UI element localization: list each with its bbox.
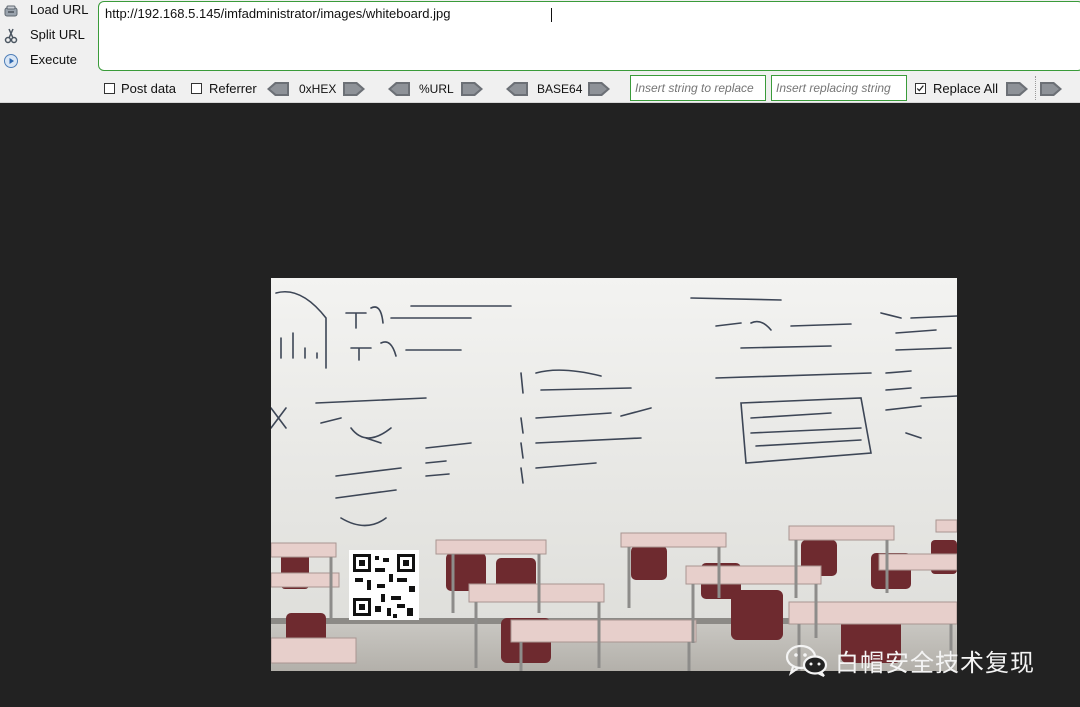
execute-button[interactable]: Execute [0,50,96,72]
text-caret [551,8,552,22]
split-url-button[interactable]: Split URL [0,25,96,47]
url-encoder: %URL [388,82,484,96]
execute-label: Execute [30,52,77,67]
play-icon [4,54,18,68]
url-value: http://192.168.5.145/imfadministrator/im… [105,6,451,21]
base64-encoder: BASE64 [506,82,610,96]
wechat-watermark: 白帽安全技术复现 [785,641,1055,681]
whiteboard-image[interactable] [271,278,957,671]
base64-label: BASE64 [537,82,583,96]
wechat-icon [785,644,828,677]
url-encode-arrow-icon[interactable] [461,82,483,96]
load-url-icon [4,5,18,17]
hex-encoder: 0xHEX [267,82,365,96]
base64-decode-arrow-icon[interactable] [506,82,528,96]
watermark-text: 白帽安全技术复现 [835,649,1035,677]
scissors-icon [4,28,18,44]
hex-encode-arrow-icon[interactable] [343,82,365,96]
url-textarea[interactable]: http://192.168.5.145/imfadministrator/im… [98,1,1080,71]
url-label: %URL [419,82,454,96]
replace-string-input[interactable] [630,75,766,101]
load-url-button[interactable]: Load URL [0,0,96,22]
post-data-checkbox[interactable] [104,83,115,94]
hex-label: 0xHEX [299,82,337,96]
referrer-label: Referrer [209,81,257,96]
replace-all-label: Replace All [933,81,999,96]
toolbar-separator [1035,76,1036,100]
hackbar-toolbar: Load URL Split URL Execute http://192.16… [0,0,1080,103]
page-canvas: 白帽安全技术复现 [0,103,1080,707]
load-url-label: Load URL [30,2,89,17]
split-url-label: Split URL [30,27,85,42]
options-row: Post data Referrer 0xHEX %URL BASE64 Ins… [0,74,1080,102]
replace-left-arrow-icon[interactable] [1006,82,1028,96]
replacing-string-input[interactable] [771,75,907,101]
qr-code [349,550,419,620]
url-decode-arrow-icon[interactable] [388,82,410,96]
hex-decode-arrow-icon[interactable] [267,82,289,96]
replace-right-arrow-icon[interactable] [1040,82,1062,96]
classroom-whiteboard-illustration [271,278,957,671]
referrer-checkbox[interactable] [191,83,202,94]
post-data-label: Post data [121,81,176,96]
base64-encode-arrow-icon[interactable] [588,82,610,96]
replace-all-checkbox[interactable] [915,83,926,94]
checkmark-icon [916,85,924,92]
